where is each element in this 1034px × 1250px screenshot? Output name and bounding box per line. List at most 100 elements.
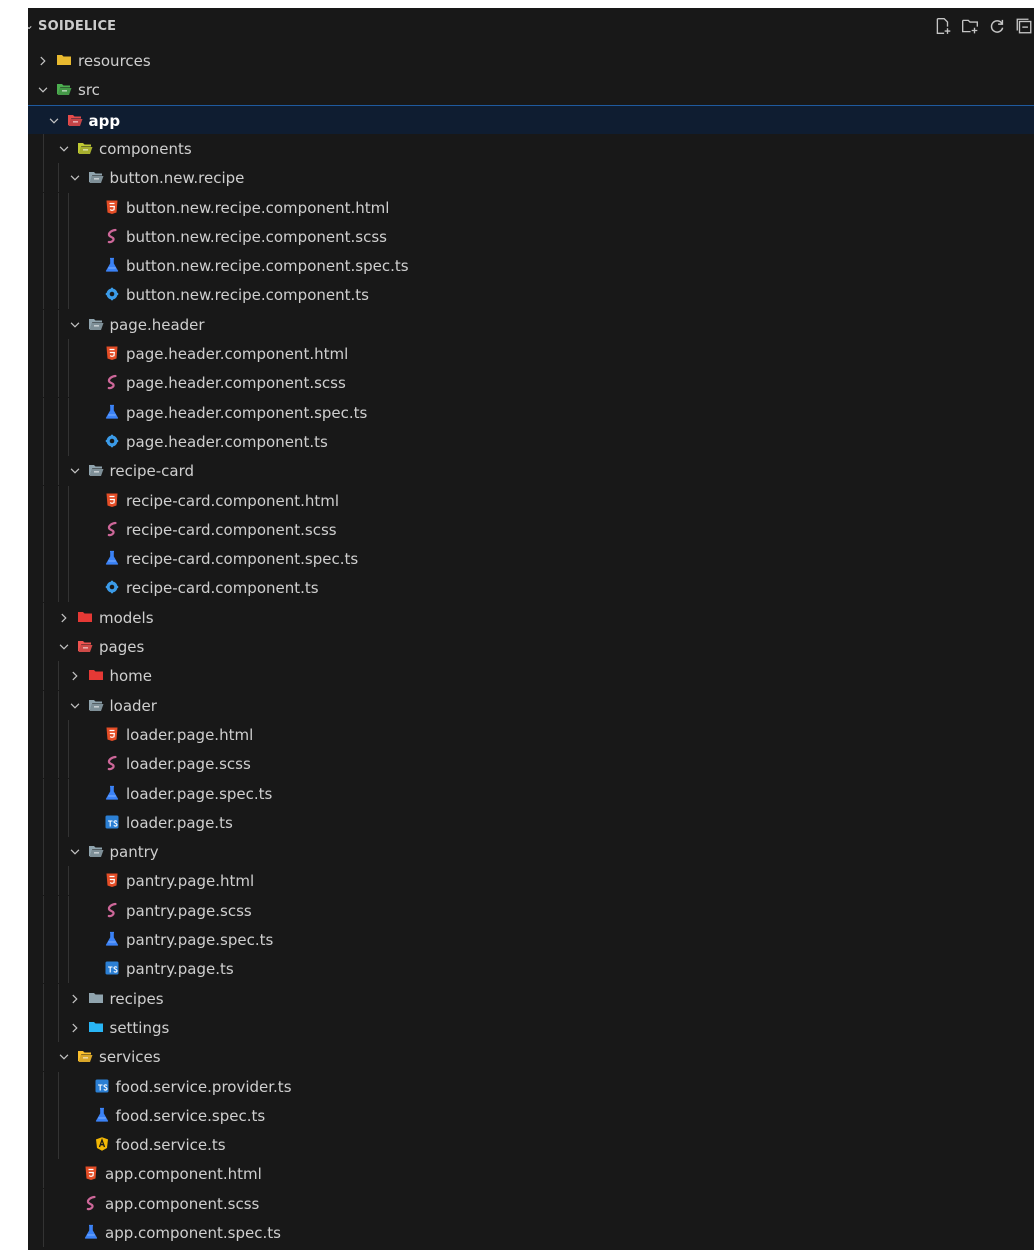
tree-item-label: button.new.recipe.component.scss xyxy=(126,227,387,246)
folder-item-src[interactable]: src xyxy=(28,75,1034,104)
explorer-title[interactable]: SOIDELICE xyxy=(38,19,116,34)
collapse-all-icon[interactable] xyxy=(1014,16,1034,36)
indent-guide xyxy=(43,544,44,574)
file-item-pantry-page-scss[interactable]: pantry.page.scss xyxy=(28,895,1034,925)
new-file-icon[interactable] xyxy=(933,16,953,36)
chevron-down-icon[interactable] xyxy=(47,113,61,127)
file-item-food-service-provider-ts[interactable]: food.service.provider.ts xyxy=(28,1071,1034,1101)
file-item-app-component-spec-ts[interactable]: app.component.spec.ts xyxy=(28,1218,1034,1247)
folder-item-page-header[interactable]: page.header xyxy=(28,309,1034,339)
folder-item-components[interactable]: components xyxy=(28,133,1034,163)
indent-guide xyxy=(68,925,69,954)
indent-guide xyxy=(57,837,59,867)
file-item-recipe-card-component-scss[interactable]: recipe-card.component.scss xyxy=(28,514,1034,544)
chevron-down-icon[interactable] xyxy=(57,639,71,653)
new-folder-icon[interactable] xyxy=(960,16,980,36)
file-item-recipe-card-component-html[interactable]: recipe-card.component.html xyxy=(28,485,1034,515)
indent-guide xyxy=(57,1012,59,1042)
folder-open-icon xyxy=(77,140,93,156)
file-item-button-new-recipe-component-html[interactable]: button.new.recipe.component.html xyxy=(28,192,1034,222)
folder-item-resources[interactable]: resources xyxy=(28,46,1034,75)
chevron-right-icon[interactable] xyxy=(68,991,82,1005)
indent-guide xyxy=(68,866,69,896)
folder-icon xyxy=(77,609,93,625)
chevron-down-icon[interactable] xyxy=(68,317,82,331)
file-item-button-new-recipe-component-ts[interactable]: button.new.recipe.component.ts xyxy=(28,280,1034,310)
sass-file-icon xyxy=(104,228,120,244)
indent-guide xyxy=(68,426,69,456)
indent-guide xyxy=(57,309,59,339)
indent-guide xyxy=(57,573,59,603)
folder-item-loader[interactable]: loader xyxy=(28,690,1034,720)
indent-guide xyxy=(57,866,59,896)
file-item-page-header-component-scss[interactable]: page.header.component.scss xyxy=(28,368,1034,398)
file-item-loader-page-scss[interactable]: loader.page.scss xyxy=(28,749,1034,779)
indent-guide xyxy=(43,192,44,222)
indent-guide xyxy=(43,749,44,779)
file-item-page-header-component-ts[interactable]: page.header.component.ts xyxy=(28,426,1034,456)
file-item-button-new-recipe-component-scss[interactable]: button.new.recipe.component.scss xyxy=(28,221,1034,251)
test-file-icon xyxy=(104,785,120,801)
indent-guide xyxy=(43,339,44,368)
indent-guide xyxy=(57,544,59,574)
file-item-page-header-component-spec-ts[interactable]: page.header.component.spec.ts xyxy=(28,397,1034,427)
indent-guide xyxy=(57,514,59,544)
explorer-header: ⌄ SOIDELICE xyxy=(28,8,1034,44)
chevron-down-icon[interactable] xyxy=(68,844,82,858)
tree-item-label: food.service.ts xyxy=(115,1136,226,1155)
file-item-page-header-component-html[interactable]: page.header.component.html xyxy=(28,339,1034,368)
file-item-pantry-page-ts[interactable]: pantry.page.ts xyxy=(28,954,1034,984)
file-item-recipe-card-component-spec-ts[interactable]: recipe-card.component.spec.ts xyxy=(28,544,1034,574)
folder-item-pantry[interactable]: pantry xyxy=(28,837,1034,867)
folder-item-pages[interactable]: pages xyxy=(28,632,1034,661)
indent-guide xyxy=(43,309,44,339)
folder-item-recipes[interactable]: recipes xyxy=(28,983,1034,1013)
folder-item-home[interactable]: home xyxy=(28,661,1034,691)
indent-guide xyxy=(43,778,44,808)
file-item-food-service-spec-ts[interactable]: food.service.spec.ts xyxy=(28,1100,1034,1130)
indent-guide xyxy=(43,485,44,515)
chevron-down-icon[interactable] xyxy=(68,170,82,184)
tree-item-label: food.service.spec.ts xyxy=(115,1106,266,1125)
chevron-down-icon[interactable] xyxy=(68,463,82,477)
folder-item-button-new-recipe[interactable]: button.new.recipe xyxy=(28,163,1034,193)
tree-item-label: page.header xyxy=(109,315,205,334)
indent-guide xyxy=(43,1012,44,1042)
chevron-right-icon[interactable] xyxy=(57,610,71,624)
file-item-pantry-page-html[interactable]: pantry.page.html xyxy=(28,866,1034,896)
sass-file-icon xyxy=(104,374,120,390)
file-item-pantry-page-spec-ts[interactable]: pantry.page.spec.ts xyxy=(28,925,1034,954)
indent-guide xyxy=(68,221,69,251)
folder-item-recipe-card[interactable]: recipe-card xyxy=(28,456,1034,486)
file-item-loader-page-ts[interactable]: loader.page.ts xyxy=(28,807,1034,837)
file-item-loader-page-html[interactable]: loader.page.html xyxy=(28,719,1034,749)
folder-item-models[interactable]: models xyxy=(28,602,1034,632)
file-item-button-new-recipe-component-spec-ts[interactable]: button.new.recipe.component.spec.ts xyxy=(28,251,1034,281)
refresh-icon[interactable] xyxy=(987,16,1007,36)
file-item-loader-page-spec-ts[interactable]: loader.page.spec.ts xyxy=(28,778,1034,808)
chevron-right-icon[interactable] xyxy=(36,53,50,67)
file-item-food-service-ts[interactable]: food.service.ts xyxy=(28,1130,1034,1160)
tree-item-label: pantry xyxy=(109,843,159,862)
chevron-right-icon[interactable] xyxy=(68,1020,82,1034)
folder-item-settings[interactable]: settings xyxy=(28,1012,1034,1042)
indent-guide xyxy=(43,632,44,661)
chevron-down-icon[interactable] xyxy=(57,1049,71,1063)
folder-icon xyxy=(88,990,104,1006)
indent-guide xyxy=(57,426,59,456)
folder-item-app[interactable]: app xyxy=(28,104,1034,134)
tree-item-label: recipe-card.component.html xyxy=(126,491,340,510)
file-item-app-component-scss[interactable]: app.component.scss xyxy=(28,1188,1034,1218)
chevron-down-icon[interactable]: ⌄ xyxy=(28,18,34,32)
folder-item-services[interactable]: services xyxy=(28,1042,1034,1072)
indent-guide xyxy=(68,807,69,837)
file-item-app-component-html[interactable]: app.component.html xyxy=(28,1159,1034,1189)
chevron-right-icon[interactable] xyxy=(68,668,82,682)
tree-item-label: recipe-card.component.scss xyxy=(126,520,337,539)
chevron-down-icon[interactable] xyxy=(68,698,82,712)
chevron-down-icon[interactable] xyxy=(57,141,71,155)
chevron-down-icon[interactable] xyxy=(36,82,50,96)
indent-guide xyxy=(57,192,59,222)
file-item-recipe-card-component-ts[interactable]: recipe-card.component.ts xyxy=(28,573,1034,603)
tree-item-label: pantry.page.scss xyxy=(126,901,252,920)
